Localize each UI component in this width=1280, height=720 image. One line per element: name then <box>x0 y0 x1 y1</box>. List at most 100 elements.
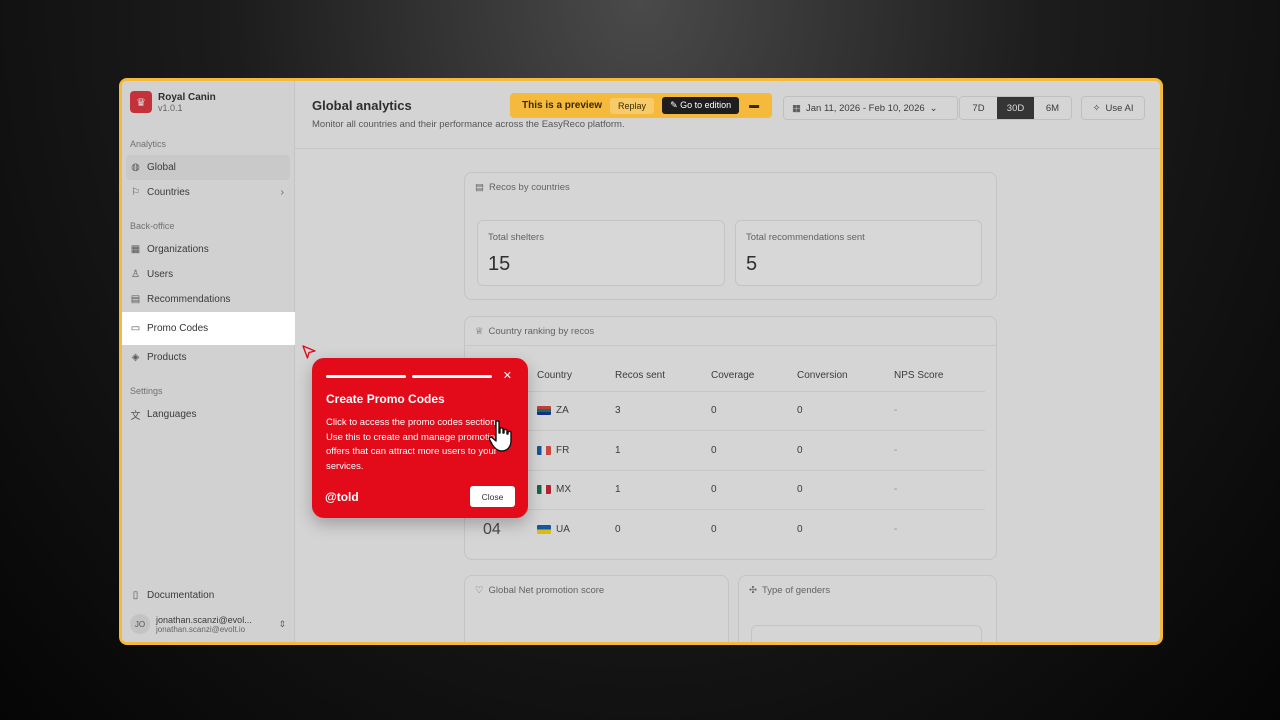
brand-logo-icon: ♛ <box>130 91 152 113</box>
sidebar-item-global[interactable]: ◍ Global <box>126 155 290 180</box>
date-range-picker[interactable]: ▦ Jan 11, 2026 - Feb 10, 2026 ⌄ <box>783 96 958 120</box>
table-row[interactable]: MX 1 0 0 - <box>465 469 985 510</box>
stat-label: Total recommendations sent <box>746 232 865 243</box>
section-label-settings: Settings <box>130 386 163 396</box>
card-title: ♡ Global Net promotion score <box>475 585 604 596</box>
coverage-cell: 0 <box>711 430 797 470</box>
recos-cell: 0 <box>615 509 711 549</box>
nps-cell: - <box>894 509 985 549</box>
sidebar-item-documentation[interactable]: ▯ Documentation <box>122 583 294 608</box>
card-title-text: Recos by countries <box>488 182 570 193</box>
card-title: ✣ Type of genders <box>749 585 830 596</box>
app-shell: ♛ Royal Canin v1.0.1 Analytics ◍ Global … <box>122 81 1160 642</box>
app-window: ♛ Royal Canin v1.0.1 Analytics ◍ Global … <box>119 78 1163 645</box>
user-icon: ♙ <box>131 269 140 280</box>
country-cell: MX <box>537 469 615 510</box>
table-row[interactable]: ZA 3 0 0 - <box>465 390 985 431</box>
coverage-cell: 0 <box>711 390 797 431</box>
sidebar-item-organizations[interactable]: ▦ Organizations <box>122 237 294 262</box>
range-selector: 7D 30D 6M <box>959 96 1072 120</box>
country-cell: FR <box>537 430 615 470</box>
translate-icon: 文 <box>130 411 141 422</box>
progress-step-1 <box>326 375 406 378</box>
progress-step-2 <box>412 375 492 378</box>
user-name: jonathan.scanzi@evol... <box>156 614 252 625</box>
recos-cell: 1 <box>615 469 711 510</box>
column-header: NPS Score <box>894 370 944 382</box>
sidebar-item-countries[interactable]: ⚐ Countries › <box>122 180 294 205</box>
sidebar-item-promo-codes[interactable]: ▭ Promo Codes <box>122 312 295 345</box>
country-code: UA <box>556 524 570 535</box>
sidebar-item-recommendations[interactable]: ▤ Recommendations <box>122 287 294 312</box>
told-logo: @told <box>325 490 359 504</box>
user-email: jonathan.scanzi@evolt.io <box>156 624 246 634</box>
box-icon: ◈ <box>131 352 140 363</box>
brand-version: v1.0.1 <box>158 102 183 113</box>
column-header: Recos sent <box>615 370 666 382</box>
stat-label: Total shelters <box>488 232 544 243</box>
preview-label: This is a preview <box>522 100 603 111</box>
go-to-edition-button[interactable]: ✎ Go to edition <box>662 97 740 114</box>
replay-button[interactable]: Replay <box>610 97 655 114</box>
use-ai-button[interactable]: ✧ Use AI <box>1081 96 1145 120</box>
total-recommendations-stat: Total recommendations sent 5 <box>735 220 982 286</box>
date-range-value: Jan 11, 2026 - Feb 10, 2026 <box>805 102 925 114</box>
heart-icon: ♡ <box>475 585 484 596</box>
close-button[interactable]: Close <box>470 486 515 507</box>
table-row[interactable]: FR 1 0 0 - <box>465 430 985 470</box>
range-6m-button[interactable]: 6M <box>1034 97 1071 119</box>
recos-cell: 3 <box>615 390 711 431</box>
column-header: Country <box>537 370 573 382</box>
building-icon: ▦ <box>130 244 141 255</box>
country-cell: ZA <box>537 390 615 431</box>
flag-mx-icon <box>537 485 551 495</box>
chevron-right-icon: › <box>280 187 284 198</box>
nps-cell: - <box>894 390 985 431</box>
sidebar-item-label: Products <box>147 352 187 363</box>
card-title-text: Global Net promotion score <box>488 585 605 596</box>
recos-by-countries-card: ▤ Recos by countries Total shelters 15 T… <box>464 172 997 300</box>
puzzle-icon: ✣ <box>749 585 757 596</box>
sidebar-item-label: Countries <box>147 187 190 198</box>
range-7d-button[interactable]: 7D <box>960 97 997 119</box>
use-ai-label: Use AI <box>1105 102 1134 114</box>
sidebar-item-users[interactable]: ♙ Users <box>122 262 294 287</box>
sidebar-item-languages[interactable]: 文 Languages <box>122 402 294 427</box>
divider <box>465 345 996 346</box>
user-menu[interactable]: JO jonathan.scanzi@evol... jonathan.scan… <box>122 608 294 642</box>
book-icon: ▯ <box>132 590 139 601</box>
conversion-cell: 0 <box>797 509 894 549</box>
section-label-back-office: Back-office <box>130 221 175 231</box>
table-row[interactable]: 04 UA 0 0 0 - <box>465 509 985 549</box>
trophy-icon: ♕ <box>475 326 484 337</box>
range-30d-button[interactable]: 30D <box>997 97 1034 119</box>
stat-value: 15 <box>488 253 511 275</box>
pointer-arrow-icon <box>302 345 316 359</box>
pencil-icon: ✎ <box>670 100 678 110</box>
sidebar-item-label: Global <box>147 162 176 173</box>
card-title-text: Type of genders <box>761 585 831 596</box>
popup-title: Create Promo Codes <box>326 392 445 406</box>
ticket-icon: ▭ <box>130 323 141 334</box>
coverage-cell: 0 <box>711 469 797 510</box>
sidebar-item-products[interactable]: ◈ Products <box>122 345 294 370</box>
close-icon[interactable]: ✕ <box>503 369 512 382</box>
page-header: Global analytics Monitor all countries a… <box>295 81 1160 149</box>
window-icon[interactable]: ▬ <box>749 100 759 111</box>
avatar: JO <box>130 614 150 634</box>
stat-value: 5 <box>746 253 758 275</box>
ranking-table: Country Recos sent Coverage Conversion N… <box>465 361 985 549</box>
hand-cursor-icon <box>488 420 512 452</box>
globe-icon: ◍ <box>131 162 140 173</box>
flag-za-icon <box>537 406 551 416</box>
total-shelters-stat: Total shelters 15 <box>477 220 725 286</box>
conversion-cell: 0 <box>797 469 894 510</box>
nps-card: ♡ Global Net promotion score <box>464 575 729 642</box>
document-icon: ▤ <box>475 182 484 193</box>
sidebar-item-label: Users <box>147 269 174 280</box>
column-header: Coverage <box>711 370 755 382</box>
section-label-analytics: Analytics <box>130 139 167 149</box>
go-to-edition-label: Go to edition <box>680 100 732 110</box>
flag-ua-icon <box>537 524 551 534</box>
sidebar: ♛ Royal Canin v1.0.1 Analytics ◍ Global … <box>122 81 295 642</box>
